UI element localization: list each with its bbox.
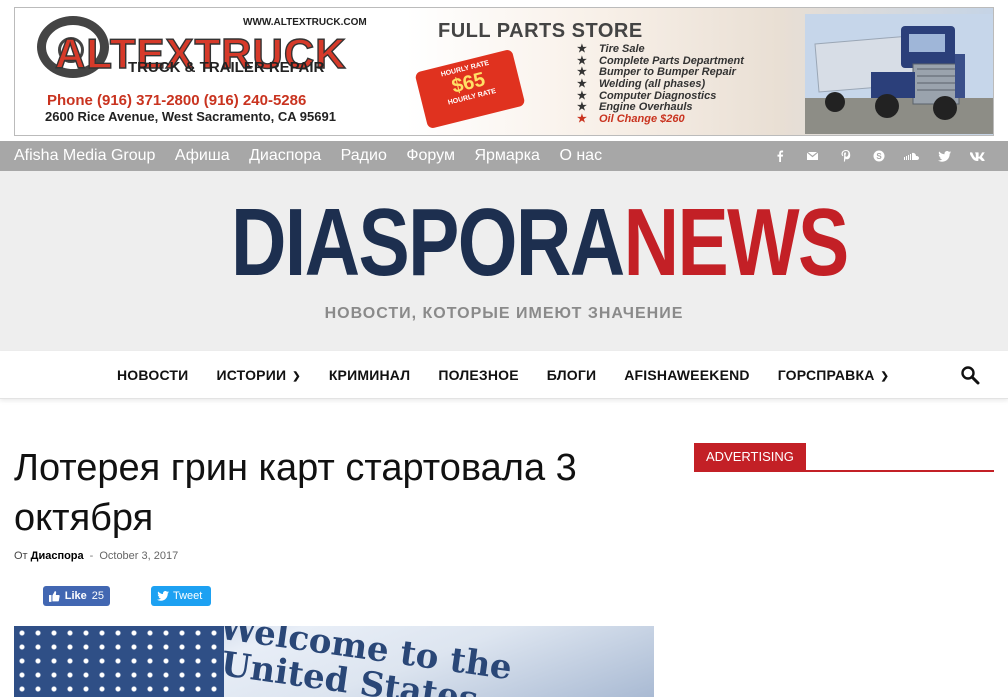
truck-image: [805, 14, 993, 134]
ad-subtitle: TRUCK & TRAILER REPAIR: [128, 59, 325, 76]
top-menu-item[interactable]: Ярмарка: [474, 147, 540, 165]
search-icon[interactable]: [960, 365, 980, 385]
top-bar: Afisha Media Group Афиша Диаспора Радио …: [0, 141, 1008, 171]
facebook-icon[interactable]: [763, 150, 796, 162]
top-menu: Afisha Media Group Афиша Диаспора Радио …: [14, 141, 622, 171]
main-menu-item-blogi[interactable]: БЛОГИ: [547, 367, 596, 383]
tweet-label: Tweet: [173, 590, 203, 602]
ad-phone: Phone (916) 371-2800 (916) 240-5286: [47, 92, 307, 109]
soundcloud-icon[interactable]: [895, 152, 928, 160]
main-menu-items: НОВОСТИ ИСТОРИИ ❯ КРИМИНАЛ ПОЛЕЗНОЕ БЛОГИ…: [117, 351, 917, 399]
article-hero-image[interactable]: Welcome to the United States: [14, 626, 654, 697]
top-menu-item[interactable]: Afisha Media Group: [14, 147, 155, 165]
ad-banner[interactable]: WWW.ALTEXTRUCK.COM ALTEXTRUCK TRUCK & TR…: [14, 7, 994, 136]
top-menu-item[interactable]: Диаспора: [249, 147, 321, 165]
top-menu-item[interactable]: О нас: [559, 147, 602, 165]
sidebar-heading: ADVERTISING: [694, 443, 806, 470]
main-menu-item-istorii[interactable]: ИСТОРИИ ❯: [216, 367, 300, 383]
like-count: 25: [91, 590, 104, 602]
ad-services-list: ★ Tire Sale ★ Complete Parts Department ★ B…: [577, 43, 744, 126]
chevron-down-icon: ❯: [292, 371, 301, 382]
main-menu: НОВОСТИ ИСТОРИИ ❯ КРИМИНАЛ ПОЛЕЗНОЕ БЛОГИ…: [0, 351, 1008, 399]
sidebar-advertising-header: ADVERTISING: [694, 443, 994, 472]
ad-store-title: FULL PARTS STORE: [438, 20, 643, 42]
main-menu-item-poleznoe[interactable]: ПОЛЕЗНОЕ: [438, 367, 518, 383]
tweet-button[interactable]: Tweet: [151, 586, 211, 606]
ad-service: ★ Oil Change $260: [577, 113, 685, 126]
logo-part-news: NEWS: [623, 189, 850, 296]
skype-icon[interactable]: S: [862, 150, 895, 162]
star-icon: ★: [577, 43, 587, 55]
price-tag: HOURLY RATE $65 HOURLY RATE: [414, 48, 526, 130]
thumbs-up-icon: [49, 590, 60, 602]
site-tagline: НОВОСТИ, КОТОРЫЕ ИМЕЮТ ЗНАЧЕНИЕ: [324, 305, 684, 322]
article-title: Лотерея грин карт стартовала 3 октября: [14, 447, 577, 539]
main-menu-item-gorspravka[interactable]: ГОРСПРАВКА ❯: [778, 367, 889, 383]
twitter-icon[interactable]: [928, 150, 961, 162]
main-menu-item-novosti[interactable]: НОВОСТИ: [117, 367, 188, 383]
author-link[interactable]: Диаспора: [31, 550, 84, 562]
meta-separator: -: [89, 550, 94, 562]
top-menu-item[interactable]: Радио: [341, 147, 387, 165]
article-meta: От Диаспора - October 3, 2017: [14, 550, 178, 562]
pinterest-icon[interactable]: [829, 150, 862, 162]
twitter-icon: [157, 591, 169, 601]
star-icon: ★: [577, 78, 587, 91]
ad-address: 2600 Rice Avenue, West Sacramento, CA 95…: [45, 109, 336, 124]
site-logo[interactable]: DIASPORANEWS: [231, 193, 849, 293]
article-date: October 3, 2017: [99, 550, 179, 562]
mail-icon[interactable]: [796, 152, 829, 160]
chevron-down-icon: ❯: [880, 371, 890, 382]
top-menu-item[interactable]: Афиша: [175, 147, 230, 165]
social-icons: S: [763, 141, 994, 171]
facebook-like-button[interactable]: Like 25: [43, 586, 110, 606]
by-label: От: [14, 550, 28, 562]
vk-icon[interactable]: [961, 151, 994, 161]
svg-text:S: S: [876, 152, 882, 161]
top-menu-item[interactable]: Форум: [406, 147, 455, 165]
like-label: Like: [64, 590, 87, 602]
star-icon: ★: [577, 113, 587, 126]
logo-part-diaspora: DIASPORA: [231, 189, 625, 296]
main-menu-item-kriminal[interactable]: КРИМИНАЛ: [329, 367, 411, 383]
ad-website: WWW.ALTEXTRUCK.COM: [243, 17, 367, 28]
flag-stars-image: [14, 626, 224, 697]
site-header: DIASPORANEWS НОВОСТИ, КОТОРЫЕ ИМЕЮТ ЗНАЧ…: [0, 171, 1008, 351]
main-menu-item-afishaweekend[interactable]: AFISHAWEEKEND: [624, 367, 750, 383]
